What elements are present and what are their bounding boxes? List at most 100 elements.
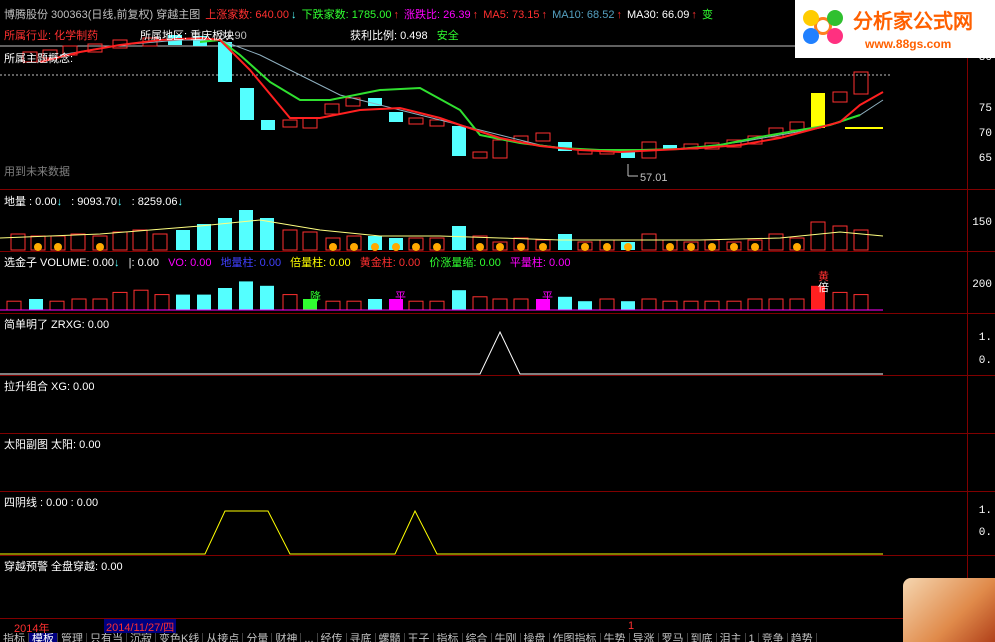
logo-text: 分析家公式网 [853,9,973,33]
diliang-bar [641,233,657,251]
tab-item[interactable]: 1 [746,633,759,642]
diliang-bar [176,230,190,250]
ma10-value: MA10: 68.52 [552,9,615,21]
diliang-bar [452,226,466,250]
future-data-text: 用到未来数据 [4,166,70,178]
gold-volume-bar [558,296,572,310]
axis-tick: 0. [978,355,992,367]
profit-text: 获利比例: 0.498 [350,30,428,42]
pane-cross-alert[interactable]: 穿越预警 全盘穿越: 0.00 [0,556,995,618]
tab-item[interactable]: 管理 [58,633,87,642]
pane6-axis [967,434,995,491]
gold-volume-bar [239,281,253,310]
tab-item[interactable]: 王子 [405,633,434,642]
high-price-text: 81.90 [219,30,247,42]
axis-tick: 0. [978,527,992,539]
diliang-bar [10,233,26,251]
flower-logo-icon: 分析家公式网 www.88gs.com [803,9,973,51]
up-count: 上涨家数: 640.00 [205,9,290,21]
tab-item[interactable]: 螺髓 [376,633,405,642]
marker-label: 1 [628,620,635,632]
tab-item[interactable]: 趋势 [788,633,817,642]
zrxg-line[interactable] [0,314,967,376]
tab-item[interactable]: 分量 [243,633,273,642]
candle [492,139,508,159]
diliang-bar [260,218,274,250]
chart-header: 博腾股份 300363(日线,前复权) 穿越主图 上涨家数: 640.00 ↓ 下… [4,9,713,21]
tab-item[interactable]: ... [301,633,318,642]
diliang-bar [832,225,848,251]
tab-item[interactable]: 指标 [0,633,29,642]
gold-dot-icon [54,243,62,251]
diliang-bars[interactable] [0,190,967,252]
diliang-bar [152,233,168,251]
tab-item[interactable]: 综合 [463,633,492,642]
gold-dot-icon [34,243,42,251]
tab-item[interactable]: 到底 [688,633,717,642]
pane-xg[interactable]: 拉升组合 XG: 0.00 [0,376,995,434]
diliang-bar [197,224,211,250]
tab-item[interactable]: 只有当 [87,633,127,642]
tab-item[interactable]: 指标 [434,633,463,642]
updown-ratio: 涨跌比: 26.39 [404,9,471,21]
tab-item[interactable]: 寻底 [347,633,376,642]
tab-item[interactable]: 牛刚 [492,633,521,642]
tab-item[interactable]: 财神 [272,633,302,642]
gold-volume-bar [726,300,742,311]
diliang-ma-line [0,219,884,241]
theme-text: 所属主题概念: [4,53,74,65]
gold-dot-icon [412,243,420,251]
pane8-title: 穿越预警 全盘穿越: 0.00 [4,561,123,573]
diliang-bar [558,234,572,250]
ma5-value: MA5: 73.15 [483,9,540,21]
ma-white-line [59,39,884,153]
gold-dot-icon [96,243,104,251]
gold-dot-icon [392,243,400,251]
gold-volume-bar [832,291,848,311]
tab-item[interactable]: 变色K线 [156,633,204,642]
volume-pane-diliang[interactable]: 150 地量 : 0.00↓ : 9093.70↓ : 8259.06↓ [0,190,995,252]
corner-decoration-image [903,578,995,642]
gold-volume-bar [578,301,592,310]
stock-title: 博腾股份 300363(日线,前复权) 穿越主图 [4,9,201,21]
gold-volume-bar [747,298,763,311]
tab-item[interactable]: 作图指标 [550,633,601,642]
tab-item[interactable]: 导涨 [630,633,659,642]
gold-bars[interactable]: 降 平 平 黄倍 [0,252,967,314]
gold-dot-icon [433,243,441,251]
gold-volume-bar [492,298,508,311]
pane-four-yin[interactable]: 1. 0. 四阴线 : 0.00 : 0.00 [0,492,995,556]
tab-item[interactable]: 操盘 [521,633,550,642]
tab-item[interactable]: 竞争 [759,633,788,642]
ma30-value: MA30: 66.09 [627,9,690,21]
gold-volume-bar [472,296,488,311]
site-logo[interactable]: 分析家公式网 www.88gs.com [795,0,995,58]
tab-item[interactable]: 沉寂 [127,633,156,642]
tab-item[interactable]: 罗马 [659,633,688,642]
tab-item[interactable]: 模板 [29,633,58,642]
extra-label: 变 [701,9,713,21]
pane-sun[interactable]: 太阳副图 太阳: 0.00 [0,434,995,492]
candle [389,112,403,122]
tab-item[interactable]: 泪主 [717,633,746,642]
gold-volume-bar [49,300,65,311]
tab-item[interactable]: 经传 [318,633,347,642]
indicator-tab-bar[interactable]: 指标 模板 管理 只有当 沉寂 变色K线 从接点 分量 财神... 经传 寻底 螺髓 王子 指标 综合 牛刚操… [0,633,995,642]
gold-dot-icon [687,243,695,251]
tab-item[interactable]: 牛势 [601,633,630,642]
gold-volume-bar [599,298,615,311]
four-yin-line[interactable] [0,492,967,556]
gold-dot-icon [793,243,801,251]
gold-dot-icon [730,243,738,251]
pane5-title: 拉升组合 XG: 0.00 [4,381,95,393]
tab-item[interactable]: 从接点 [203,633,244,642]
gold-volume-bar [325,300,341,311]
diliang-bar [810,221,826,251]
pane-zrxg[interactable]: 1. 0. 简单明了 ZRXG: 0.00 [0,314,995,376]
main-chart-pane[interactable]: 80 75 70 65 60 57.01 博腾股份 300363(日线,前复权)… [0,0,995,190]
gold-volume-bar [662,300,678,311]
volume-pane-gold[interactable]: 200 选金子 VOLUME: 0.00↓ |: 0.00 VO: 0.00 地… [0,252,995,314]
gold-volume-bar [853,294,869,311]
axis-tick: 65 [978,153,992,165]
axis-tick: 200 [972,279,992,291]
